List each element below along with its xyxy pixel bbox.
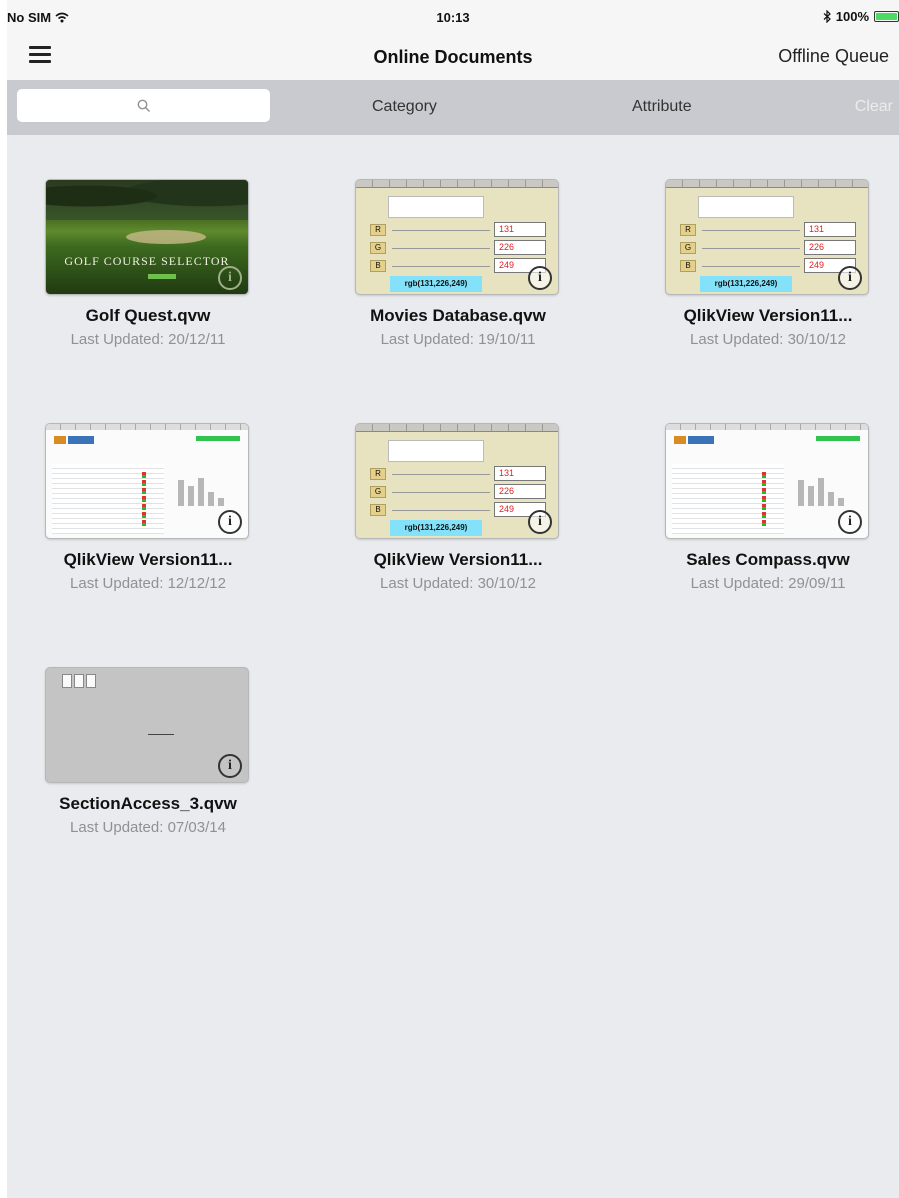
status-right-group: 100% — [823, 9, 899, 24]
document-title: Golf Quest.qvw — [85, 306, 211, 325]
info-icon[interactable]: i — [528, 510, 552, 534]
info-icon[interactable]: i — [218, 510, 242, 534]
status-bar: No SIM 10:13 100% — [7, 0, 899, 36]
document-last-updated: Last Updated: 20/12/11 — [70, 331, 226, 348]
document-title: Movies Database.qvw — [370, 306, 546, 325]
info-icon[interactable]: i — [528, 266, 552, 290]
document-title: QlikView Version11... — [373, 550, 543, 569]
document-last-updated: Last Updated: 07/03/14 — [70, 819, 226, 836]
document-last-updated: Last Updated: 30/10/12 — [690, 331, 846, 348]
offline-queue-button[interactable]: Offline Queue — [778, 46, 889, 67]
document-thumbnail[interactable]: i — [665, 423, 869, 539]
document-title: QlikView Version11... — [683, 306, 853, 325]
page-title: Online Documents — [373, 47, 533, 67]
document-thumbnail[interactable]: GOLF COURSE SELECTOR i — [45, 179, 249, 295]
battery-icon — [874, 11, 899, 22]
document-thumbnail[interactable]: R 131 G 226 B 249 rgb(131,226,249) i — [355, 423, 559, 539]
battery-percent: 100% — [835, 9, 869, 24]
thumbnail-text: GOLF COURSE SELECTOR — [64, 254, 230, 268]
document-last-updated: Last Updated: 12/12/12 — [70, 575, 226, 592]
clear-button[interactable]: Clear — [855, 98, 893, 116]
document-thumbnail[interactable]: i — [45, 667, 249, 783]
document-title: SectionAccess_3.qvw — [59, 794, 237, 813]
document-title: QlikView Version11... — [63, 550, 233, 569]
bluetooth-icon — [823, 10, 831, 23]
document-last-updated: Last Updated: 19/10/11 — [380, 331, 536, 348]
filter-bar: Category Attribute Clear — [7, 80, 899, 135]
category-button[interactable]: Category — [372, 98, 437, 116]
document-thumbnail[interactable]: i — [45, 423, 249, 539]
info-icon[interactable]: i — [218, 266, 242, 290]
navigation-bar: Online Documents Offline Queue — [7, 36, 899, 80]
attribute-button[interactable]: Attribute — [632, 98, 692, 116]
search-box — [17, 89, 270, 122]
document-title: Sales Compass.qvw — [686, 550, 850, 569]
app-frame: No SIM 10:13 100% Online Documents Offli… — [7, 0, 899, 1198]
thumbnail-text: rgb(131,226,249) — [390, 520, 482, 536]
thumbnail-text: rgb(131,226,249) — [700, 276, 792, 292]
document-thumbnail[interactable]: R 131 G 226 B 249 rgb(131,226,249) i — [665, 179, 869, 295]
info-icon[interactable]: i — [838, 510, 862, 534]
thumbnail-text: rgb(131,226,249) — [390, 276, 482, 292]
document-last-updated: Last Updated: 29/09/11 — [690, 575, 846, 592]
document-last-updated: Last Updated: 30/10/12 — [380, 575, 536, 592]
search-icon — [137, 99, 150, 112]
document-thumbnail[interactable]: R 131 G 226 B 249 rgb(131,226,249) i — [355, 179, 559, 295]
info-icon[interactable]: i — [838, 266, 862, 290]
status-time: 10:13 — [436, 10, 470, 25]
info-icon[interactable]: i — [218, 754, 242, 778]
